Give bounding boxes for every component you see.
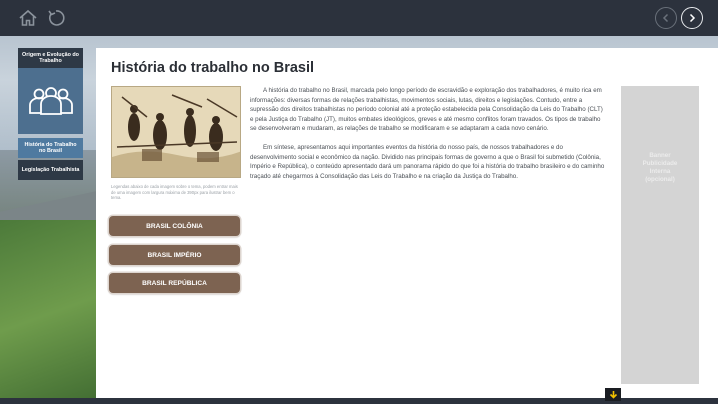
content-panel: História do trabalho no Brasil Legendas …	[96, 48, 718, 398]
ad-banner[interactable]: Banner Publicidade Interna (opcional)	[621, 86, 699, 384]
banner-label: Banner Publicidade Interna (opcional)	[642, 152, 678, 184]
prev-button[interactable]	[655, 7, 677, 29]
top-bar	[0, 0, 718, 36]
home-icon[interactable]	[17, 7, 39, 29]
brasil-colonia-button[interactable]: BRASIL COLÔNIA	[109, 216, 240, 236]
image-caption: Legendas abaixo de cada imagem sobre o t…	[111, 184, 238, 201]
paragraph: Em síntese, apresentamos aqui importante…	[250, 144, 605, 180]
sidebar-item-legislacao[interactable]: Legislação Trabalhista	[18, 160, 83, 180]
people-group-icon	[28, 87, 73, 115]
sidebar: Origem e Evolução do Trabalho História d…	[18, 48, 83, 180]
article-text: A história do trabalho no Brasil, marcad…	[250, 86, 606, 190]
brasil-republica-button[interactable]: BRASIL REPÚBLICA	[109, 273, 240, 293]
sidebar-image	[18, 68, 83, 134]
historical-illustration	[111, 86, 241, 178]
scroll-down-button[interactable]	[605, 388, 621, 401]
paragraph: A história do trabalho no Brasil, marcad…	[250, 87, 603, 133]
reload-icon[interactable]	[45, 7, 67, 29]
chevron-right-icon	[689, 13, 696, 23]
sidebar-item-historia[interactable]: História do Trabalho no Brasil	[18, 138, 83, 158]
page-title: História do trabalho no Brasil	[111, 60, 315, 76]
chevron-left-icon	[662, 13, 669, 23]
sidebar-header: Origem e Evolução do Trabalho	[18, 48, 83, 68]
next-button[interactable]	[681, 7, 703, 29]
arrow-down-icon	[609, 391, 617, 399]
brasil-imperio-button[interactable]: BRASIL IMPÉRIO	[109, 245, 240, 265]
